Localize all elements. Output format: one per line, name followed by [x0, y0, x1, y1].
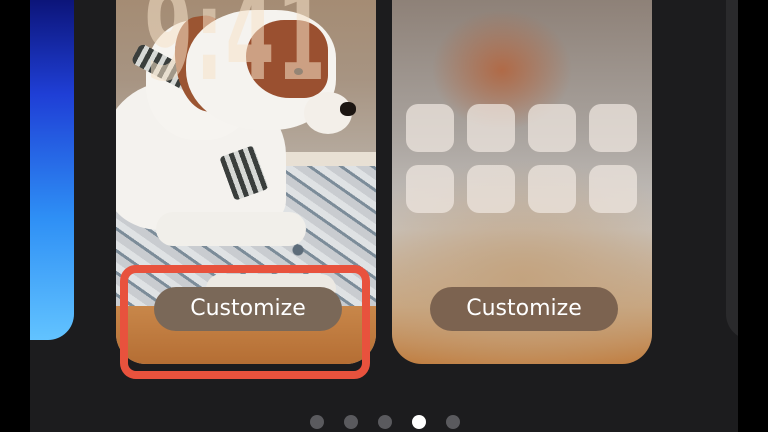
app-icon-placeholder: [467, 165, 515, 213]
app-icon-placeholder: [406, 104, 454, 152]
page-dot[interactable]: [310, 415, 324, 429]
app-icon-grid: [406, 104, 640, 214]
annotation-highlight-box: [120, 265, 370, 379]
home-screen-preview[interactable]: Customize: [392, 0, 652, 364]
app-icon-placeholder: [589, 104, 637, 152]
page-dot[interactable]: [344, 415, 358, 429]
page-dot-active[interactable]: [412, 415, 426, 429]
app-icon-placeholder: [467, 104, 515, 152]
app-icon-placeholder: [406, 165, 454, 213]
app-icon-placeholder: [589, 165, 637, 213]
page-indicator[interactable]: [310, 415, 470, 429]
previous-wallpaper-preview[interactable]: [30, 0, 74, 340]
page-dot[interactable]: [378, 415, 392, 429]
lock-screen-clock: 9:41: [144, 0, 328, 110]
dog-paw: [156, 212, 306, 246]
dog-nose: [340, 102, 356, 116]
page-dot[interactable]: [446, 415, 460, 429]
next-wallpaper-preview[interactable]: [726, 0, 738, 340]
customize-home-screen-button[interactable]: Customize: [430, 287, 618, 331]
app-icon-placeholder: [528, 165, 576, 213]
app-icon-placeholder: [528, 104, 576, 152]
